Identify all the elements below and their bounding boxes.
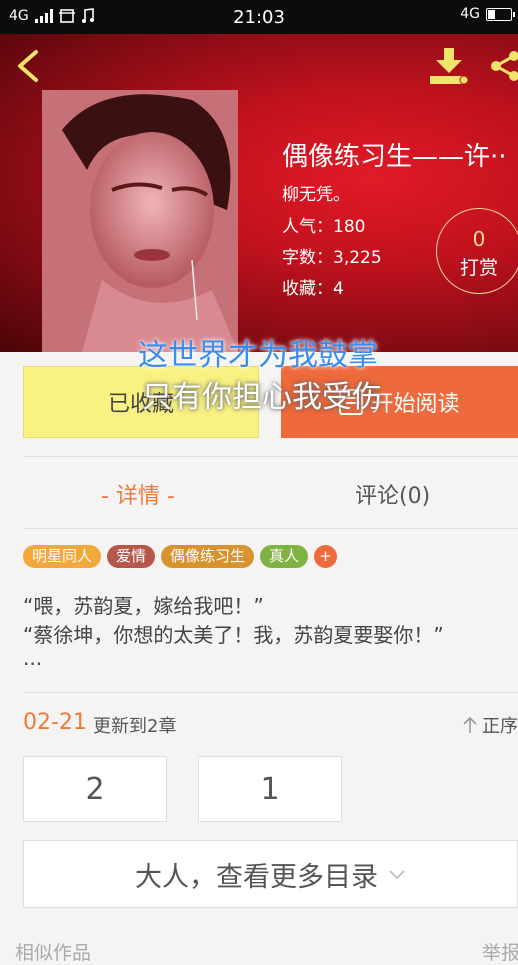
book-header: 偶像练习生——许·· 柳无凭。 人气：180 字数：3,225 收藏：4 0 打… — [0, 34, 518, 352]
sort-label: 正序 — [482, 716, 518, 737]
start-reading-label: 开始阅读 — [371, 392, 460, 417]
tip-label: 打赏 — [459, 257, 498, 279]
tip-button[interactable]: 0 打赏 — [436, 208, 518, 294]
back-arrow-icon[interactable] — [14, 48, 44, 84]
chapter-button[interactable]: 1 — [198, 756, 342, 822]
more-catalog-label: 大人，查看更多目录 — [135, 861, 378, 893]
description-ellipsis: ··· — [23, 652, 43, 676]
share-icon[interactable] — [488, 48, 518, 84]
divider — [23, 528, 518, 529]
download-icon[interactable] — [428, 46, 472, 86]
tab-details[interactable]: - 详情 - — [101, 478, 175, 510]
more-catalog-button[interactable]: 大人，查看更多目录 — [23, 840, 518, 908]
popularity-stat: 人气：180 — [282, 217, 366, 237]
add-tag-button[interactable]: + — [314, 545, 338, 568]
tag-item[interactable]: 真人 — [260, 545, 309, 568]
lyric-overlay-line1: 这世界才为我鼓掌 — [138, 338, 378, 373]
chapter-button[interactable]: 2 — [23, 756, 167, 822]
clock: 21:03 — [233, 7, 285, 28]
tag-item[interactable]: 偶像练习生 — [161, 545, 255, 568]
tip-count: 0 — [472, 227, 486, 251]
similar-works-heading: 相似作品 — [15, 942, 92, 964]
tag-item[interactable]: 明星同人 — [23, 545, 102, 568]
cover-portrait-image — [42, 90, 238, 352]
tag-list: 明星同人 爱情 偶像练习生 真人 + — [23, 545, 338, 568]
tab-comments[interactable]: 评论(0) — [355, 478, 430, 510]
chevron-down-icon — [389, 870, 405, 880]
status-bar: 4G 21:03 4G — [0, 0, 518, 34]
tag-item[interactable]: 爱情 — [107, 545, 156, 568]
lyric-overlay-line2: 只有你担心我受伤 — [142, 380, 382, 415]
divider — [23, 692, 518, 693]
description-line: “蔡徐坤，你想的太美了！我，苏韵夏要娶你！” — [23, 623, 444, 647]
update-text: 更新到2章 — [93, 716, 177, 737]
update-date: 02-21 — [23, 710, 87, 735]
book-cover[interactable] — [42, 90, 238, 352]
book-description[interactable]: “喂，苏韵夏，嫁给我吧！” “蔡徐坤，你想的太美了！我，苏韵夏要娶你！” ··· — [23, 592, 444, 679]
book-title: 偶像练习生——许·· — [282, 142, 507, 172]
sort-arrow-icon — [463, 716, 477, 733]
word-count-stat: 字数：3,225 — [282, 248, 382, 268]
favorites-stat: 收藏：4 — [282, 279, 344, 299]
status-right: 4G — [460, 6, 515, 22]
battery-icon — [486, 7, 515, 21]
description-line: “喂，苏韵夏，嫁给我吧！” — [23, 594, 264, 618]
network-label-right: 4G — [460, 6, 480, 22]
book-author[interactable]: 柳无凭。 — [282, 180, 350, 205]
divider — [23, 456, 518, 457]
sort-toggle[interactable]: 正序 — [462, 712, 518, 738]
report-link[interactable]: 举报 — [482, 938, 518, 965]
